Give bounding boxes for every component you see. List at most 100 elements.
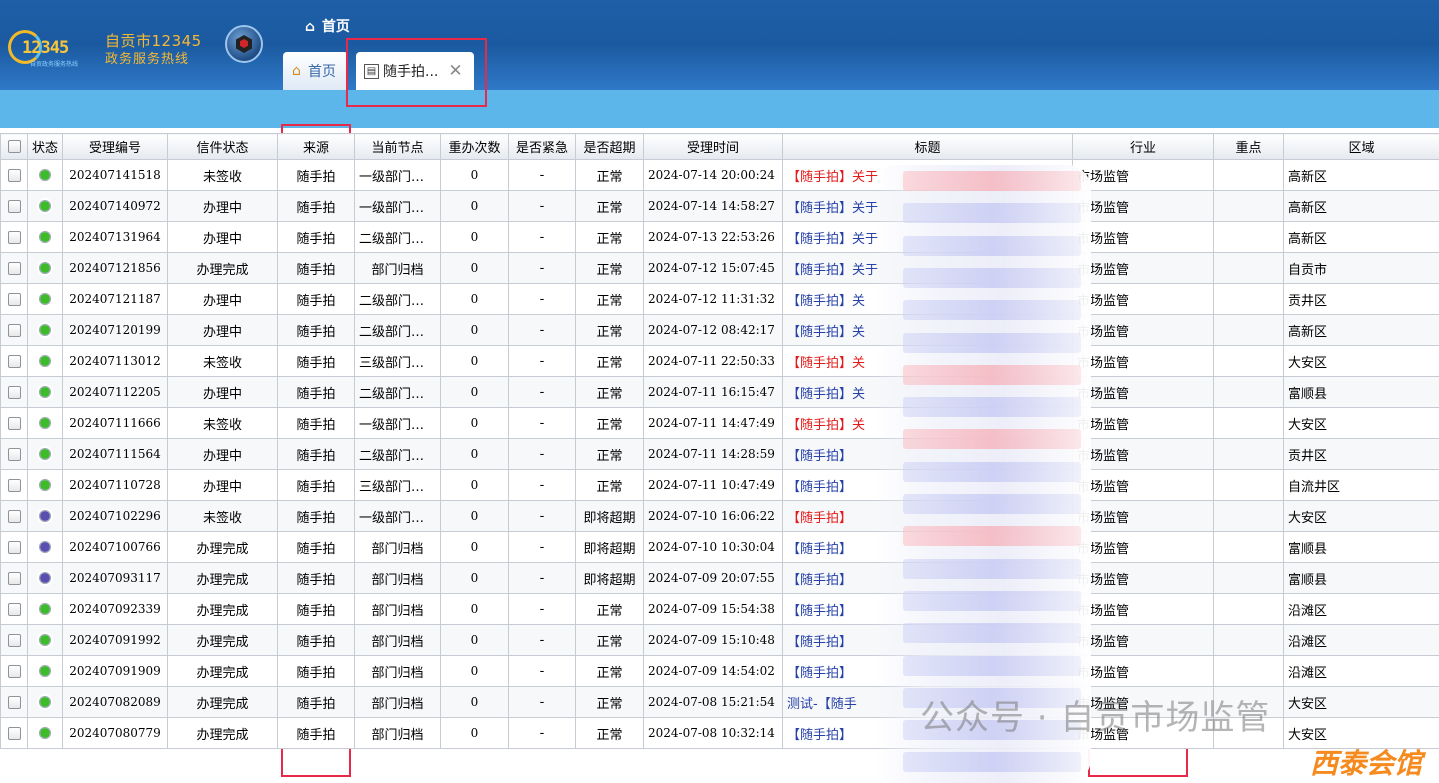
table-row[interactable]: 202407091909 办理完成 随手拍 部门归档 0- 正常 2024-07-09 14… (0, 655, 1439, 687)
row-title[interactable]: 【随手拍】 (782, 500, 1073, 532)
row-key (1213, 686, 1284, 718)
row-checkbox[interactable] (0, 252, 28, 284)
row-letter-state: 办理中 (167, 438, 278, 470)
row-area: 贡井区 (1283, 283, 1439, 315)
col-area[interactable]: 区域 (1283, 133, 1439, 160)
row-checkbox[interactable] (0, 593, 28, 625)
row-title[interactable]: 【随手拍】关 (782, 376, 1073, 408)
table-row[interactable]: 202407092339 办理完成 随手拍 部门归档 0- 正常 2024-07-09 15… (0, 593, 1439, 625)
row-title[interactable]: 【随手拍】 (782, 655, 1073, 687)
row-key (1213, 531, 1284, 563)
col-industry[interactable]: 行业 (1072, 133, 1214, 160)
row-checkbox[interactable] (0, 624, 28, 656)
col-redo-count[interactable]: 重办次数 (440, 133, 509, 160)
row-status (27, 593, 63, 625)
row-overdue: 即将超期 (575, 500, 644, 532)
row-checkbox[interactable] (0, 314, 28, 346)
row-title[interactable]: 【随手拍】 (782, 593, 1073, 625)
col-title[interactable]: 标题 (782, 133, 1073, 160)
row-industry: 市场监管 (1072, 500, 1214, 532)
row-overdue: 正常 (575, 407, 644, 439)
close-icon[interactable]: ✕ (448, 61, 462, 81)
row-title[interactable]: 【随手拍】 (782, 562, 1073, 594)
row-title[interactable]: 【随手拍】关 (782, 407, 1073, 439)
col-letter-state[interactable]: 信件状态 (167, 133, 278, 160)
row-title[interactable]: 【随手拍】关于 (782, 190, 1073, 222)
row-checkbox[interactable] (0, 562, 28, 594)
row-checkbox[interactable] (0, 283, 28, 315)
row-title[interactable]: 【随手拍】关于 (782, 252, 1073, 284)
row-title[interactable]: 【随手拍】关于 (782, 221, 1073, 253)
row-title[interactable]: 【随手拍】 (782, 469, 1073, 501)
breadcrumb[interactable]: ⌂ 首页 (305, 16, 350, 36)
table-row[interactable]: 202407141518 未签收 随手拍 一级部门受理 0- 正常 2024-07-14 2… (0, 159, 1439, 191)
row-checkbox[interactable] (0, 531, 28, 563)
table-row[interactable]: 202407102296 未签收 随手拍 一级部门汇总 0- 即将超期 2024-07-10… (0, 500, 1439, 532)
table-row[interactable]: 202407100766 办理完成 随手拍 部门归档 0- 即将超期 2024-07-10 … (0, 531, 1439, 563)
row-title[interactable]: 【随手拍】关 (782, 345, 1073, 377)
row-checkbox[interactable] (0, 686, 28, 718)
brand-subtitle: 政务服务热线 (105, 52, 190, 67)
row-checkbox[interactable] (0, 376, 28, 408)
row-title[interactable]: 【随手拍】关 (782, 314, 1073, 346)
table-row[interactable]: 202407121187 办理中 随手拍 二级部门办理 0- 正常 2024-07-12 1… (0, 283, 1439, 315)
row-checkbox[interactable] (0, 407, 28, 439)
col-overdue[interactable]: 是否超期 (575, 133, 644, 160)
table-row[interactable]: 202407091992 办理完成 随手拍 部门归档 0- 正常 2024-07-09 15… (0, 624, 1439, 656)
col-key[interactable]: 重点 (1213, 133, 1284, 160)
row-checkbox[interactable] (0, 221, 28, 253)
table-row[interactable]: 202407112205 办理中 随手拍 二级部门办理 0- 正常 2024-07-11 1… (0, 376, 1439, 408)
col-case-id[interactable]: 受理编号 (62, 133, 168, 160)
row-case-id: 202407092339 (62, 593, 168, 625)
row-case-id: 202407131964 (62, 221, 168, 253)
row-checkbox[interactable] (0, 345, 28, 377)
row-case-id: 202407120199 (62, 314, 168, 346)
table-row[interactable]: 202407121856 办理完成 随手拍 部门归档 0- 正常 2024-07-12 15… (0, 252, 1439, 284)
row-checkbox[interactable] (0, 438, 28, 470)
row-letter-state: 办理完成 (167, 593, 278, 625)
tab-snapshot-label: 随手拍... (383, 64, 439, 80)
row-redo-count: 0 (440, 593, 509, 625)
tab-snapshot-report[interactable]: ▤ 随手拍... ✕ (356, 52, 474, 90)
col-accept-time[interactable]: 受理时间 (643, 133, 783, 160)
table-row[interactable]: 202407111666 未签收 随手拍 一级部门汇总 0- 正常 2024-07-11 1… (0, 407, 1439, 439)
row-title[interactable]: 【随手拍】 (782, 717, 1073, 749)
col-current-node[interactable]: 当前节点 (354, 133, 441, 160)
row-status (27, 624, 63, 656)
row-title[interactable]: 【随手拍】 (782, 531, 1073, 563)
tab-home[interactable]: ⌂ 首页 (283, 52, 348, 90)
status-dot-icon (39, 572, 51, 584)
row-title[interactable]: 【随手拍】 (782, 624, 1073, 656)
table-row[interactable]: 202407111564 办理中 随手拍 二级部门办理 0- 正常 2024-07-11 1… (0, 438, 1439, 470)
col-source[interactable]: 来源 (277, 133, 355, 160)
table-row[interactable]: 202407113012 未签收 随手拍 三级部门办理 0- 正常 2024-07-11 2… (0, 345, 1439, 377)
row-title[interactable]: 【随手拍】 (782, 438, 1073, 470)
row-title[interactable]: 测试-【随手 (782, 686, 1073, 718)
row-checkbox[interactable] (0, 190, 28, 222)
case-grid: 状态 受理编号 信件状态 来源 当前节点 重办次数 是否紧急 是否超期 受理时间… (0, 133, 1439, 749)
table-row[interactable]: 202407120199 办理中 随手拍 二级部门办理 0- 正常 2024-07-12 0… (0, 314, 1439, 346)
table-row[interactable]: 202407140972 办理中 随手拍 一级部门受理 0- 正常 2024-07-14 1… (0, 190, 1439, 222)
table-row[interactable]: 202407131964 办理中 随手拍 二级部门办理 0- 正常 2024-07-13 2… (0, 221, 1439, 253)
row-checkbox[interactable] (0, 655, 28, 687)
status-dot-icon (39, 696, 51, 708)
row-urgent: - (508, 438, 576, 470)
table-row[interactable]: 202407110728 办理中 随手拍 三级部门办理 0- 正常 2024-07-11 1… (0, 469, 1439, 501)
row-area: 高新区 (1283, 314, 1439, 346)
status-dot-icon (39, 355, 51, 367)
row-checkbox[interactable] (0, 500, 28, 532)
row-checkbox[interactable] (0, 717, 28, 749)
row-source: 随手拍 (277, 531, 355, 563)
col-status[interactable]: 状态 (27, 133, 63, 160)
row-title[interactable]: 【随手拍】关 (782, 283, 1073, 315)
row-title[interactable]: 【随手拍】关于 (782, 159, 1073, 191)
row-industry: 市场监管 (1072, 686, 1214, 718)
col-urgent[interactable]: 是否紧急 (508, 133, 576, 160)
row-checkbox[interactable] (0, 469, 28, 501)
row-checkbox[interactable] (0, 159, 28, 191)
table-row[interactable]: 202407080779 办理完成 随手拍 部门归档 0- 正常 2024-07-08 10… (0, 717, 1439, 749)
select-all-checkbox[interactable] (0, 133, 28, 160)
table-row[interactable]: 202407082089 办理完成 随手拍 部门归档 0- 正常 2024-07-08 15… (0, 686, 1439, 718)
table-row[interactable]: 202407093117 办理完成 随手拍 部门归档 0- 即将超期 2024-07-09 … (0, 562, 1439, 594)
row-area: 自流井区 (1283, 469, 1439, 501)
